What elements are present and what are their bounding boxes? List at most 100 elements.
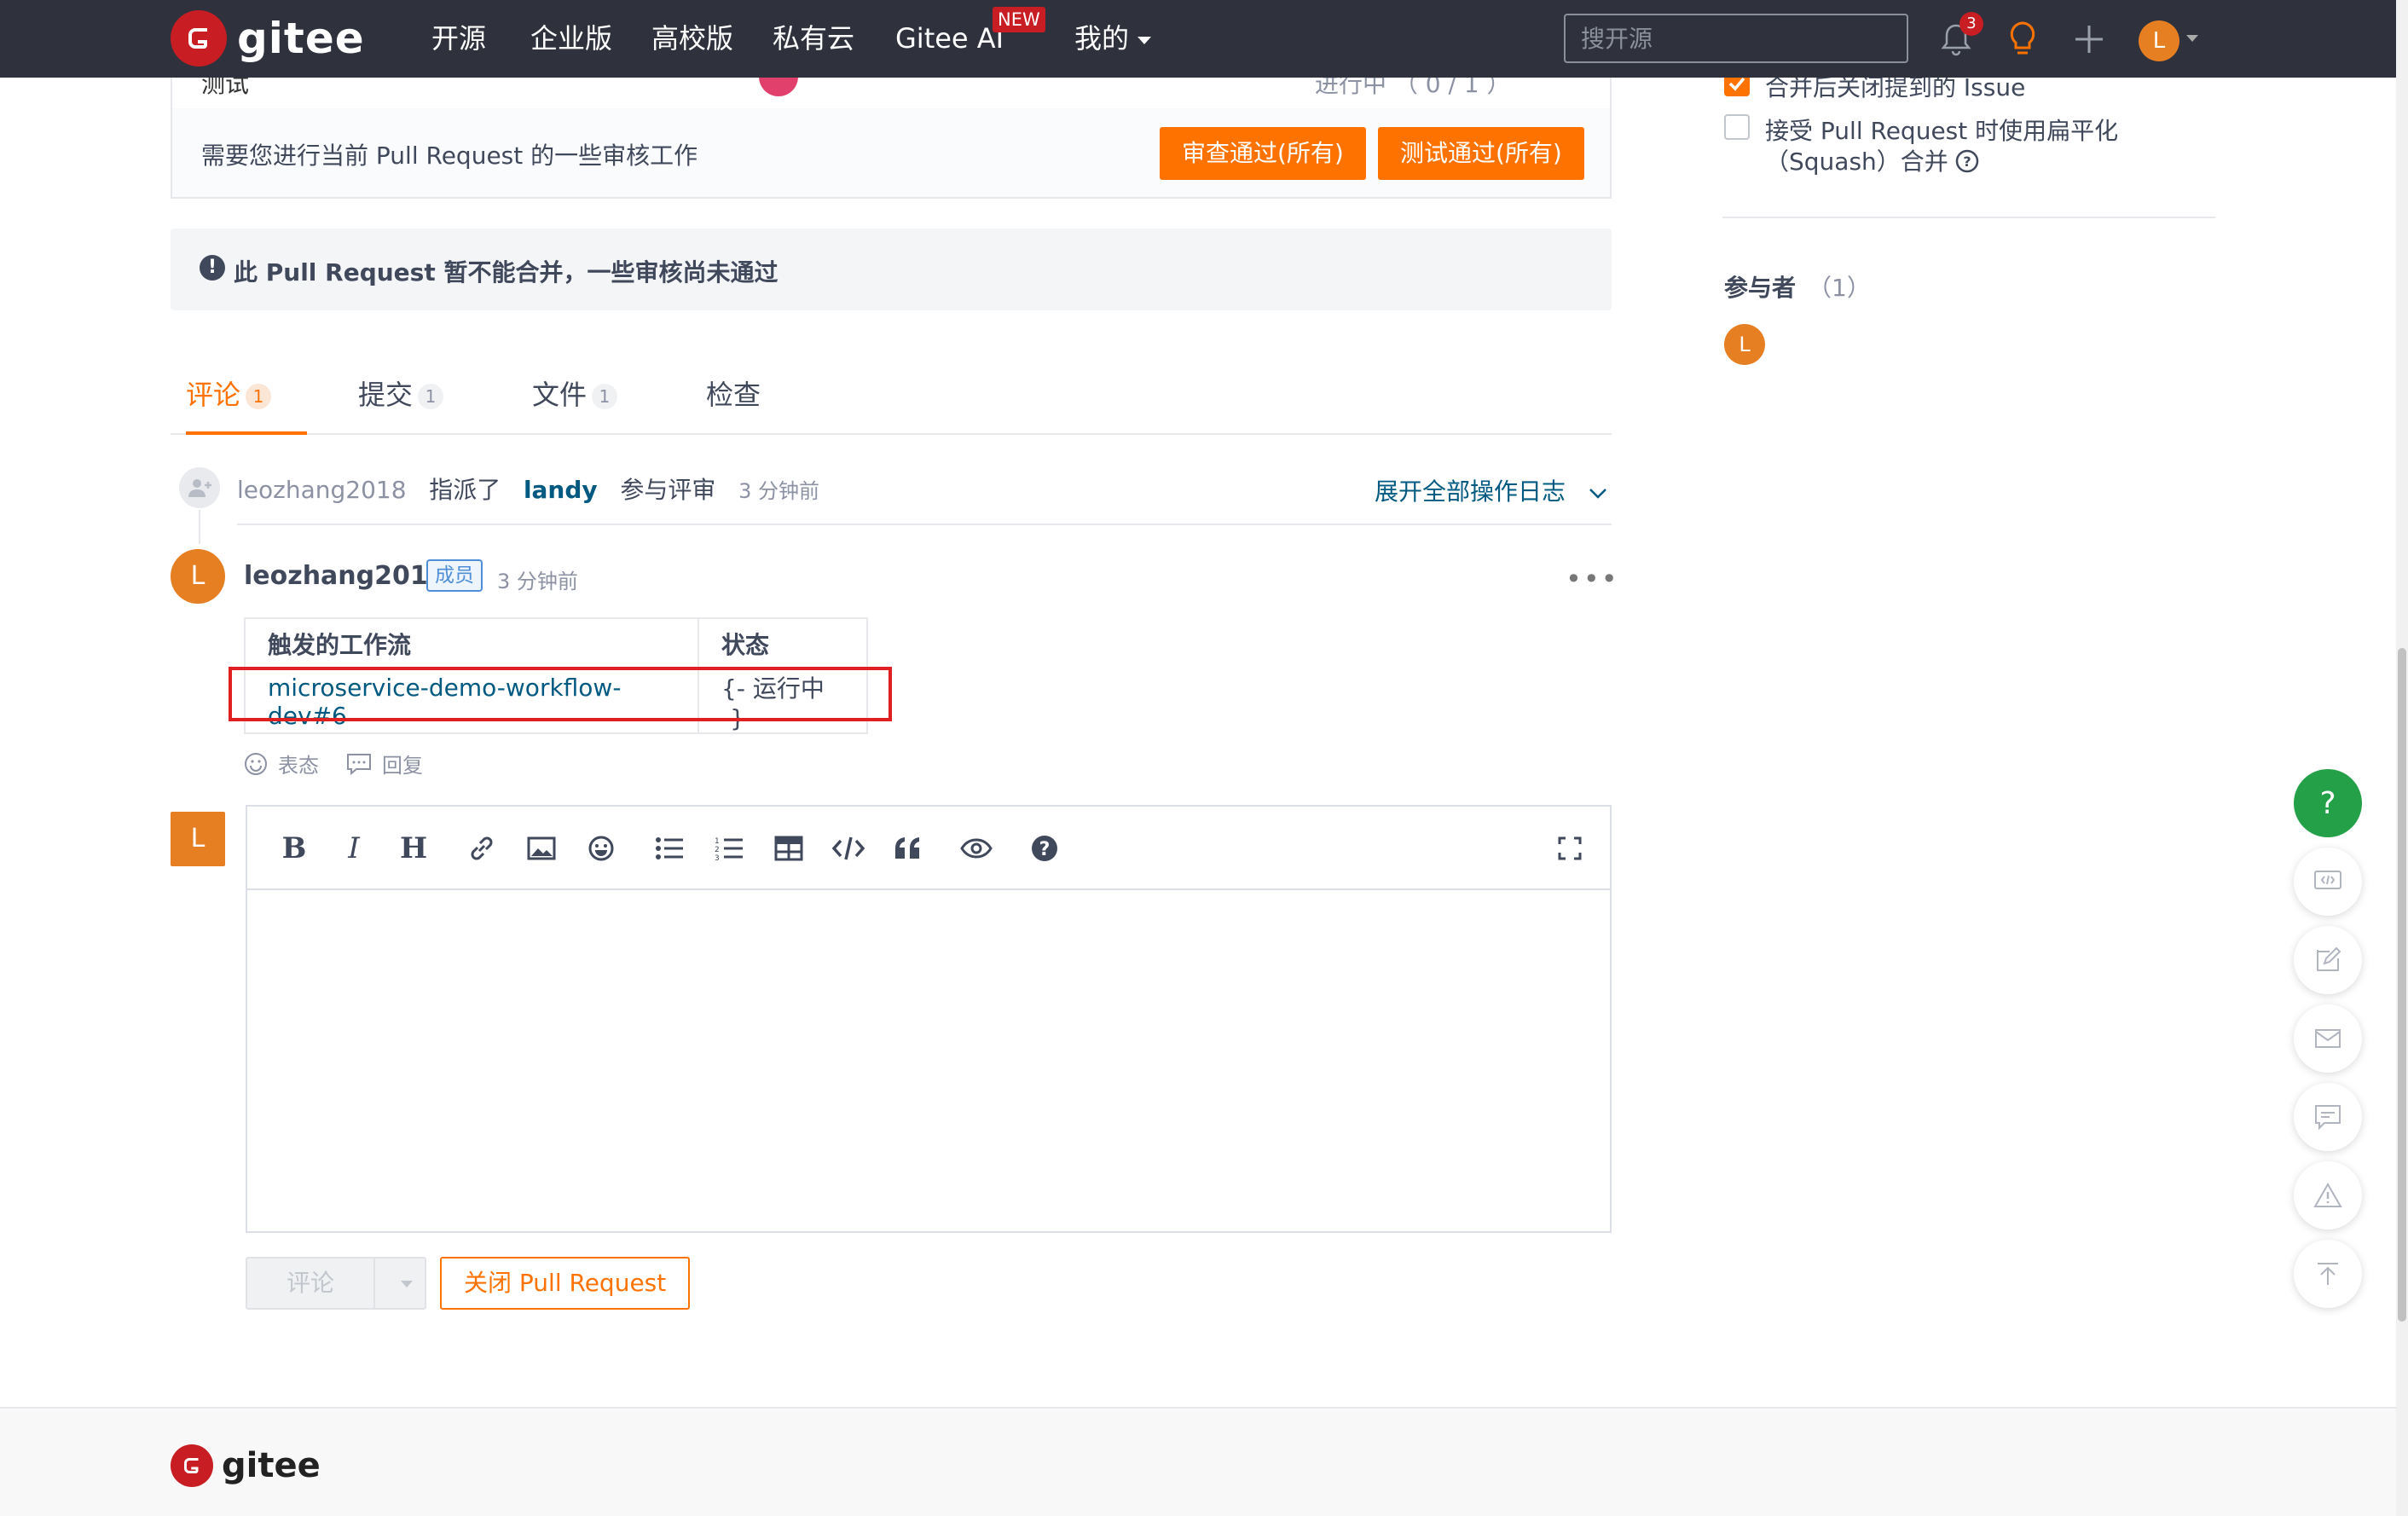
code-snippet-icon (2314, 871, 2341, 889)
expand-log-link[interactable]: 展开全部操作日志 (1375, 473, 1607, 507)
close-pr-button[interactable]: 关闭 Pull Request (440, 1257, 691, 1310)
plus-icon[interactable] (2070, 20, 2108, 58)
image-icon[interactable] (524, 830, 559, 866)
event-suffix: 参与评审 (620, 476, 716, 504)
approve-review-all-button[interactable]: 审查通过(所有) (1160, 127, 1366, 180)
gitee-wordmark: gitee (237, 14, 365, 63)
review-progress: 进行中 （ 0 / 1 ） (1315, 78, 1511, 98)
bulleted-list-icon[interactable] (651, 830, 687, 866)
top-navbar: gitee 开源 企业版 高校版 私有云 Gitee AI NEW 我的 3 L (0, 0, 2396, 78)
back-to-top-fab[interactable] (2294, 1240, 2362, 1308)
assign-user-icon (179, 467, 220, 508)
participant-avatar[interactable]: L (1724, 324, 1765, 365)
search-input[interactable] (1564, 14, 1908, 63)
fullscreen-icon[interactable] (1552, 830, 1588, 866)
tab-commits-count: 1 (418, 384, 444, 409)
svg-text:?: ? (1963, 153, 1971, 170)
event-target-user[interactable]: landy (524, 476, 598, 504)
squash-merge-checkbox[interactable] (1724, 114, 1750, 140)
tab-commits[interactable]: 提交 1 (358, 373, 444, 435)
comment-textarea[interactable] (247, 890, 1610, 1231)
nav-private-cloud[interactable]: 私有云 (773, 0, 854, 78)
gitee-logo[interactable]: gitee (171, 10, 365, 67)
merge-blocked-notice: ! 此 Pull Request 暂不能合并，一些审核尚未通过 (171, 229, 1612, 310)
divider (237, 524, 1612, 525)
comment-submit-button[interactable]: 评论 (246, 1257, 426, 1310)
tab-comments-count: 1 (246, 384, 272, 409)
reviewer-avatar (759, 78, 798, 96)
pr-tabs: 评论 1 提交 1 文件 1 检查 (171, 358, 1612, 435)
editor-toolbar: B I H 123 ? (247, 807, 1610, 890)
numbered-list-icon[interactable]: 123 (711, 830, 747, 866)
comment-author-avatar[interactable]: L (171, 549, 225, 604)
chevron-down-icon[interactable] (2186, 35, 2198, 42)
event-action: 指派了 (429, 476, 501, 504)
assign-event-text: leozhang2018 指派了 landy 参与评审 3 分钟前 (237, 472, 819, 506)
chevron-down-icon (1589, 489, 1606, 499)
quote-icon[interactable] (890, 830, 926, 866)
report-fab[interactable] (2294, 1161, 2362, 1230)
nav-open-source[interactable]: 开源 (431, 0, 486, 78)
tab-comments[interactable]: 评论 1 (186, 373, 307, 435)
reply-button[interactable]: 回复 (346, 749, 423, 778)
warning-icon (2313, 1183, 2342, 1207)
user-avatar[interactable]: L (2139, 20, 2179, 61)
smile-icon (245, 752, 267, 775)
footer: gitee (0, 1407, 2396, 1516)
table-header-row: 触发的工作流 状态 (244, 617, 868, 670)
participants-title: 参与者 （1） (1724, 269, 1871, 304)
event-actor[interactable]: leozhang2018 (237, 476, 407, 504)
timeline-connector (199, 510, 200, 544)
footer-logo[interactable]: gitee (171, 1444, 321, 1487)
preview-eye-icon[interactable] (958, 830, 994, 866)
gitee-logo-icon (171, 1444, 213, 1487)
current-user-avatar[interactable]: L (171, 812, 225, 866)
exclamation-icon: ! (200, 255, 225, 281)
link-icon[interactable] (464, 830, 500, 866)
svg-text:1: 1 (715, 837, 720, 846)
help-fab[interactable]: ? (2294, 769, 2362, 837)
nav-enterprise[interactable]: 企业版 (530, 0, 612, 78)
edit-fab[interactable] (2294, 926, 2362, 994)
nav-education[interactable]: 高校版 (651, 0, 733, 78)
option-close-issue-row: 合并后关闭提到的 Issue (1724, 78, 2236, 100)
nav-gitee-ai[interactable]: Gitee AI (895, 0, 1004, 78)
table-header: 触发的工作流 (244, 617, 699, 670)
italic-icon[interactable]: I (336, 830, 372, 866)
squash-merge-label-2: （Squash）合并? (1765, 143, 1979, 177)
tab-checks[interactable]: 检查 (706, 373, 761, 435)
scrollbar-thumb[interactable] (2398, 648, 2406, 1322)
tab-files-label: 文件 (532, 379, 588, 411)
participants-count: （1） (1808, 274, 1871, 302)
chevron-down-icon[interactable] (401, 1281, 413, 1287)
svg-text:2: 2 (715, 846, 720, 854)
approve-test-all-button[interactable]: 测试通过(所有) (1378, 127, 1584, 180)
member-badge: 成员 (426, 559, 483, 592)
code-snippet-fab[interactable] (2294, 848, 2362, 916)
squash-merge-label-2-text: （Squash）合并 (1765, 148, 1948, 176)
close-issue-label: 合并后关闭提到的 Issue (1765, 78, 2026, 100)
bold-icon[interactable]: B (276, 830, 312, 866)
help-icon[interactable]: ? (1027, 830, 1062, 866)
comment-actions: 表态 回复 (244, 749, 450, 778)
close-issue-checkbox[interactable] (1724, 78, 1750, 96)
arrow-up-icon (2318, 1263, 2338, 1285)
question-circle-icon[interactable]: ? (1955, 149, 1979, 173)
chat-fab[interactable] (2294, 1083, 2362, 1151)
react-button[interactable]: 表态 (244, 749, 319, 778)
comment-author[interactable]: leozhang2018 (244, 561, 446, 591)
table-icon[interactable] (771, 830, 807, 866)
reply-label: 回复 (382, 754, 423, 778)
reviewer-row-partial: 测试 进行中 （ 0 / 1 ） (172, 78, 1610, 108)
tab-files[interactable]: 文件 1 (532, 373, 618, 435)
more-options-icon[interactable]: ••• (1566, 563, 1619, 595)
mail-fab[interactable] (2294, 1004, 2362, 1073)
participants-label: 参与者 (1724, 274, 1797, 302)
heading-icon[interactable]: H (396, 830, 431, 866)
nav-mine-menu[interactable]: 我的 (1074, 0, 1152, 78)
lightbulb-icon[interactable] (2004, 20, 2041, 58)
emoji-icon[interactable] (583, 830, 619, 866)
chat-icon (2315, 1105, 2341, 1130)
code-icon[interactable] (831, 830, 866, 866)
new-badge: NEW (993, 7, 1045, 32)
